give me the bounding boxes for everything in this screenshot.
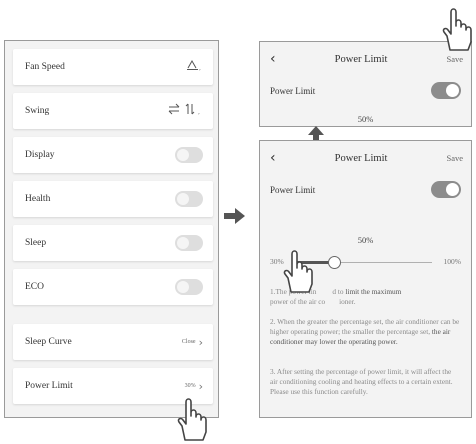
swing-row[interactable]: Swing , [13, 93, 213, 129]
sleep-curve-label: Sleep Curve [25, 337, 72, 347]
page-title: Power Limit [334, 53, 388, 65]
sleep-curve-row[interactable]: Sleep Curve Close › [13, 324, 213, 360]
sleep-curve-value: Close › [182, 336, 203, 349]
fan-speed-row[interactable]: Fan Speed , [13, 49, 213, 85]
description-paragraph-3: 3. After setting the percentage of power… [270, 367, 453, 396]
save-button[interactable]: Save [446, 153, 463, 163]
slider-thumb[interactable] [328, 256, 342, 269]
hand-pointer-icon [175, 396, 209, 444]
svg-text:,: , [199, 65, 201, 71]
header-bar: ‹ Power Limit Save [260, 141, 471, 175]
hand-pointer-icon [281, 248, 315, 299]
sleep-row[interactable]: Sleep [13, 225, 213, 261]
eco-toggle[interactable] [175, 279, 203, 295]
swing-label: Swing [25, 106, 50, 116]
power-limit-value: 30% › [185, 380, 203, 393]
eco-row[interactable]: ECO [13, 269, 213, 305]
health-toggle[interactable] [175, 191, 203, 207]
sleep-curve-value-text: Close [181, 339, 196, 345]
power-limit-percent: 50% [357, 114, 374, 124]
page-title: Power Limit [334, 152, 388, 164]
swing-icon: , [167, 102, 203, 121]
display-row[interactable]: Display [13, 137, 213, 173]
power-limit-toggle[interactable] [431, 82, 461, 99]
power-limit-toggle[interactable] [431, 181, 461, 198]
settings-screen: Fan Speed , Swing , Display Health Sleep [4, 40, 219, 418]
display-toggle[interactable] [175, 147, 203, 163]
hand-pointer-icon [440, 6, 474, 57]
power-limit-percent: 50% [357, 235, 374, 245]
power-limit-toggle-label: Power Limit [270, 85, 316, 96]
chevron-right-icon: › [198, 335, 203, 349]
display-label: Display [25, 150, 55, 160]
power-limit-toggle-label: Power Limit [270, 184, 316, 195]
health-row[interactable]: Health [13, 181, 213, 217]
right-arrow-icon [224, 208, 246, 229]
sleep-toggle[interactable] [175, 235, 203, 251]
chevron-right-icon: › [198, 379, 203, 393]
back-chevron-icon[interactable]: ‹ [270, 150, 276, 166]
power-limit-label: Power Limit [25, 381, 73, 391]
power-limit-toggle-row: Power Limit [260, 181, 471, 198]
fan-speed-label: Fan Speed [25, 62, 65, 72]
health-label: Health [25, 194, 51, 204]
svg-text:,: , [198, 109, 200, 116]
slider-max-label: 100% [443, 257, 462, 266]
fan-speed-icon: , [185, 58, 203, 76]
eco-label: ECO [25, 282, 44, 292]
back-chevron-icon[interactable]: ‹ [270, 51, 276, 67]
sleep-label: Sleep [25, 238, 47, 248]
power-limit-value-text: 30% [184, 383, 196, 389]
description-paragraph-2: 2. When the greater the percentage set, … [270, 317, 460, 346]
power-limit-toggle-row: Power Limit [260, 82, 471, 99]
